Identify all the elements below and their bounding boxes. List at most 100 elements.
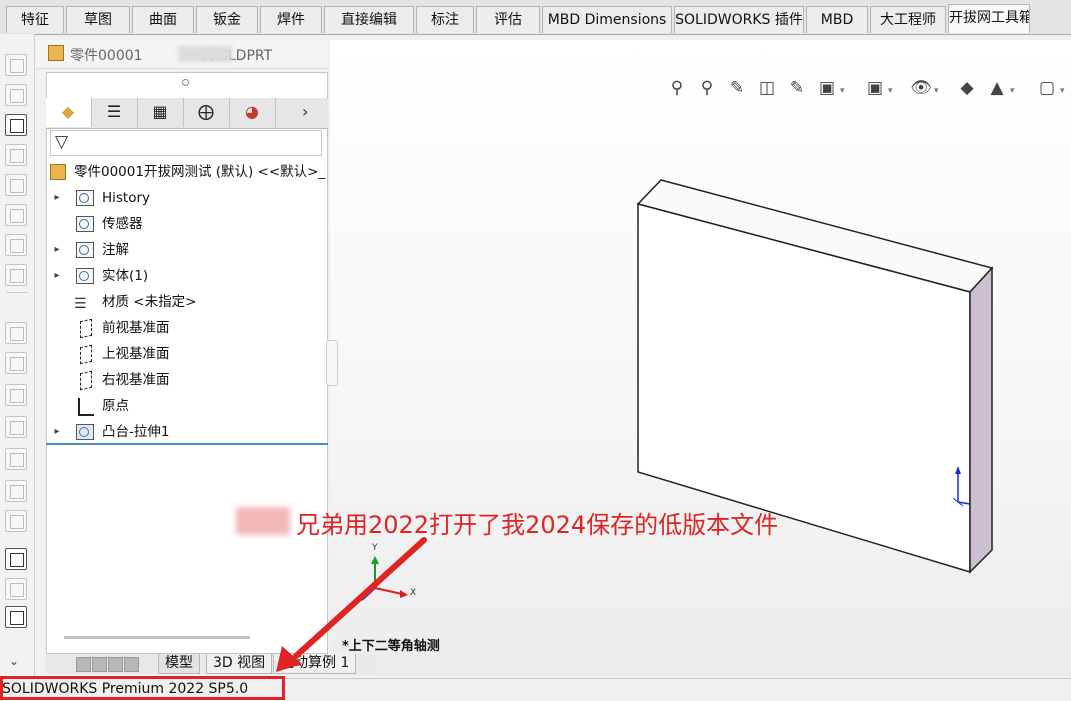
toolbar-tool-icon[interactable]	[5, 144, 27, 166]
tab-0[interactable]: 特征	[6, 6, 64, 33]
tab-8[interactable]: MBD Dimensions	[542, 6, 672, 33]
tree-item-label: 实体(1)	[102, 268, 149, 284]
tree-item-label: 传感器	[102, 216, 143, 232]
filter-icon: ▽	[55, 132, 69, 152]
toolbar-tool-icon[interactable]	[5, 322, 27, 344]
triad-y-label: Y	[372, 543, 378, 553]
annotation-folder-icon	[76, 242, 94, 258]
first-tab-icon[interactable]	[76, 657, 91, 672]
toolbar-tool-icon[interactable]	[5, 234, 27, 256]
part-model[interactable]	[330, 40, 1071, 676]
view-orientation-label: *上下二等角轴测	[342, 639, 440, 654]
tab-model[interactable]: 模型	[158, 654, 200, 674]
command-manager-tabs: 特征 草图 曲面 钣金 焊件 直接编辑 标注 评估 MBD Dimensions SOLIDWOR…	[0, 0, 1071, 35]
previous-tab-icon[interactable]	[92, 657, 107, 672]
expand-arrow-icon[interactable]: ▸	[52, 186, 62, 210]
tree-item-label: 原点	[102, 398, 129, 414]
left-toolbar: ⌄	[0, 34, 35, 678]
display-manager-icon: ◕	[245, 102, 259, 121]
material-icon: ☰	[74, 296, 87, 312]
toolbar-tool-icon[interactable]	[5, 384, 27, 406]
graphics-area[interactable]: ⚲ ⚲ ✎ ◫ ✎ ▣ ▾ ▣ ▾ 👁 ▾ ◆ ▲ ▾ ▢ ▾ Y X	[330, 40, 1071, 676]
tab-1[interactable]: 草图	[66, 6, 130, 33]
sensor-folder-icon	[76, 216, 94, 232]
panel-grip-icon[interactable]	[182, 79, 189, 86]
tab-9[interactable]: SOLIDWORKS 插件	[674, 6, 804, 33]
tab-dimxpert-manager[interactable]: ⨁	[184, 98, 230, 127]
tree-item-label: 上视基准面	[102, 346, 170, 362]
toolbar-tool-icon[interactable]	[5, 606, 27, 628]
chevron-right-icon[interactable]: ›	[302, 102, 308, 121]
toolbar-tool-icon[interactable]	[5, 84, 27, 106]
configuration-manager-icon: ▦	[152, 102, 168, 121]
triad-x-label: X	[410, 588, 417, 598]
tab-4[interactable]: 焊件	[260, 6, 322, 33]
tab-3d-views[interactable]: 3D 视图	[206, 654, 273, 674]
property-manager-icon: ☰	[106, 102, 122, 121]
tree-root-label: 零件00001开拔网测试 (默认) <<默认>_	[74, 164, 326, 180]
toolbar-tool-icon[interactable]	[5, 204, 27, 226]
toolbar-tool-icon[interactable]	[5, 578, 27, 600]
history-folder-icon	[76, 190, 94, 206]
part-tree-icon: ◆	[61, 102, 75, 121]
toolbar-tool-icon[interactable]	[5, 448, 27, 470]
redacted-area	[178, 46, 232, 62]
origin-icon	[78, 398, 94, 416]
expand-arrow-icon[interactable]: ▸	[52, 238, 62, 262]
toolbar-tool-icon[interactable]	[5, 480, 27, 502]
solid-bodies-icon	[76, 268, 94, 284]
part-icon	[50, 164, 66, 180]
tree-item-label: History	[102, 190, 151, 206]
last-tab-icon[interactable]	[124, 657, 139, 672]
tree-item-label: 材质 <未指定>	[102, 294, 197, 310]
bottom-tabs: 模型 3D 视图 运动算例 1	[46, 654, 376, 674]
tab-7[interactable]: 评估	[476, 6, 540, 33]
tab-10[interactable]: MBD	[806, 6, 868, 33]
next-tab-icon[interactable]	[108, 657, 123, 672]
tree-end-divider	[46, 443, 328, 445]
tree-item-label: 右视基准面	[102, 372, 170, 388]
plane-icon	[80, 370, 92, 391]
toolbar-tool-icon[interactable]	[5, 174, 27, 196]
tab-display-manager[interactable]: ◕	[230, 98, 276, 127]
toolbar-tool-icon[interactable]	[5, 54, 27, 76]
document-title-bar: 零件00001 试.SLDPRT	[36, 40, 328, 69]
plane-icon	[80, 344, 92, 365]
smart-dimension-icon[interactable]	[5, 114, 27, 136]
toolbar-tool-icon[interactable]	[5, 548, 27, 570]
tree-item-label: 前视基准面	[102, 320, 170, 336]
panel-scrollbar[interactable]	[64, 636, 250, 639]
tab-12[interactable]: 开拔网工具箱	[948, 4, 1030, 33]
part-icon	[48, 45, 64, 61]
tab-3[interactable]: 钣金	[196, 6, 258, 33]
document-title-prefix: 零件00001	[70, 48, 143, 64]
highlight-box	[0, 676, 285, 700]
toolbar-tool-icon[interactable]	[5, 510, 27, 532]
document-title: 零件00001 试.SLDPRT	[70, 45, 272, 65]
chevron-down-icon[interactable]: ⌄	[9, 654, 19, 668]
toolbar-tool-icon[interactable]	[5, 264, 27, 286]
tab-2[interactable]: 曲面	[132, 6, 194, 33]
tab-property-manager[interactable]: ☰	[92, 98, 138, 127]
tab-11[interactable]: 大工程师	[870, 6, 946, 33]
tab-6[interactable]: 标注	[416, 6, 474, 33]
tree-item-label: 凸台-拉伸1	[102, 424, 170, 440]
extrude-feature-icon	[76, 424, 94, 440]
toolbar-tool-icon[interactable]	[5, 416, 27, 438]
panel-splitter-handle[interactable]	[326, 340, 338, 386]
tab-feature-manager[interactable]: ◆	[46, 98, 92, 127]
expand-arrow-icon[interactable]: ▸	[52, 420, 62, 444]
dimxpert-icon: ⨁	[198, 102, 214, 121]
annotation-text: 兄弟用2022打开了我2024保存的低版本文件	[232, 505, 778, 540]
tree-item-label: 注解	[102, 242, 129, 258]
toolbar-divider	[6, 292, 28, 293]
tree-filter-input[interactable]: ▽	[50, 130, 322, 156]
triad-icon	[361, 556, 408, 601]
tab-configuration-manager[interactable]: ▦	[138, 98, 184, 127]
expand-arrow-icon[interactable]: ▸	[52, 264, 62, 288]
toolbar-tool-icon[interactable]	[5, 352, 27, 374]
annotation-text-content: 兄弟用2022打开了我2024保存的低版本文件	[296, 511, 779, 539]
tab-motion-study[interactable]: 运动算例 1	[273, 654, 357, 674]
plane-icon	[80, 318, 92, 339]
tab-5[interactable]: 直接编辑	[324, 6, 414, 33]
